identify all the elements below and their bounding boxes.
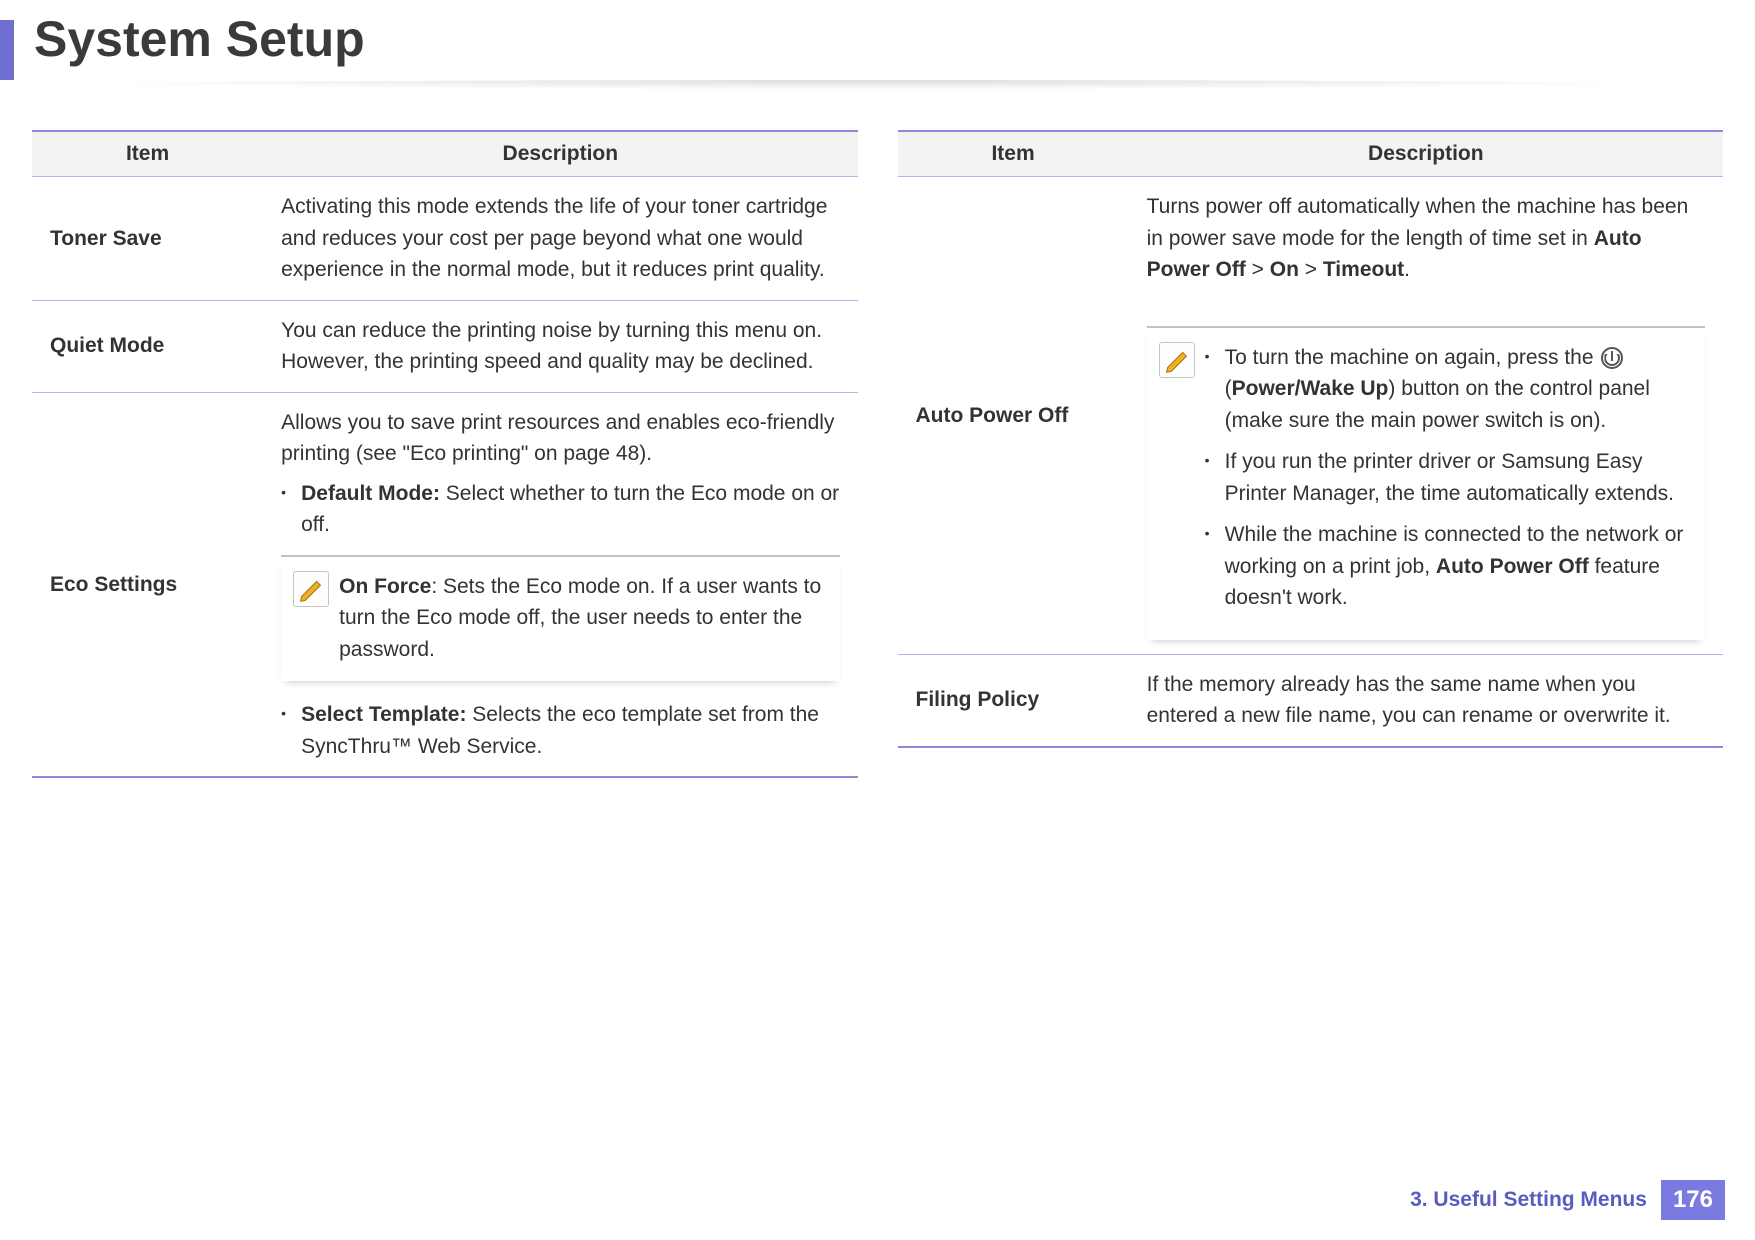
bullet-text: If you run the printer driver or Samsung… — [1225, 446, 1693, 509]
text: ( — [1225, 377, 1232, 400]
text-bold: On — [1270, 258, 1299, 281]
note-content: • To turn the machine on again, press th… — [1205, 342, 1693, 624]
desc-toner-save: Activating this mode extends the life of… — [263, 177, 857, 301]
item-auto-power-off: Auto Power Off — [898, 177, 1129, 655]
page-title: System Setup — [34, 10, 365, 68]
content-columns: Item Description Toner Save Activating t… — [32, 130, 1723, 778]
note-box-eco: On Force: Sets the Eco mode on. If a use… — [281, 555, 839, 682]
left-table: Item Description Toner Save Activating t… — [32, 130, 858, 778]
note-bullet-1: • To turn the machine on again, press th… — [1205, 342, 1693, 437]
table-row: Auto Power Off Turns power off automatic… — [898, 177, 1724, 655]
right-table: Item Description Auto Power Off Turns po… — [898, 130, 1724, 748]
page-footer: 3. Useful Setting Menus 176 — [1410, 1180, 1725, 1220]
desc-filing-policy: If the memory already has the same name … — [1129, 654, 1723, 747]
accent-bar — [0, 20, 14, 80]
item-toner-save: Toner Save — [32, 177, 263, 301]
text-bold: Power/Wake Up — [1232, 377, 1389, 400]
table-row: Toner Save Activating this mode extends … — [32, 177, 858, 301]
text: . — [1404, 258, 1410, 281]
footer-chapter: 3. Useful Setting Menus — [1410, 1188, 1647, 1212]
text: > — [1246, 258, 1270, 281]
item-filing-policy: Filing Policy — [898, 654, 1129, 747]
col-header-description: Description — [1129, 131, 1723, 177]
left-column: Item Description Toner Save Activating t… — [32, 130, 858, 778]
col-header-item: Item — [32, 131, 263, 177]
text-bold: Timeout — [1323, 258, 1404, 281]
bullet-dot-icon: • — [1205, 519, 1225, 614]
table-row: Quiet Mode You can reduce the printing n… — [32, 300, 858, 392]
note-box-apo: • To turn the machine on again, press th… — [1147, 326, 1705, 640]
bullet-dot-icon: • — [281, 478, 301, 541]
note-pencil-icon — [1159, 342, 1195, 378]
note-bullet-2: • If you run the printer driver or Samsu… — [1205, 446, 1693, 509]
table-row: Eco Settings Allows you to save print re… — [32, 392, 858, 777]
bullet-select-template: • Select Template: Selects the eco templ… — [281, 699, 839, 762]
power-icon — [1601, 347, 1623, 369]
title-underline — [20, 80, 1720, 90]
note-bullet-3: • While the machine is connected to the … — [1205, 519, 1693, 614]
desc-auto-power-off: Turns power off automatically when the m… — [1129, 177, 1723, 655]
bullet-dot-icon: • — [1205, 342, 1225, 437]
bullet-default-mode: • Default Mode: Select whether to turn t… — [281, 478, 839, 541]
table-row: Filing Policy If the memory already has … — [898, 654, 1724, 747]
eco-intro: Allows you to save print resources and e… — [281, 411, 834, 466]
bullet-label: Select Template: — [301, 703, 466, 726]
note-pencil-icon — [293, 571, 329, 607]
apo-intro: Turns power off automatically when the m… — [1147, 195, 1689, 281]
note-label: On Force — [339, 575, 431, 598]
desc-quiet-mode: You can reduce the printing noise by tur… — [263, 300, 857, 392]
bullet-text: While the machine is connected to the ne… — [1225, 519, 1693, 614]
bullet-dot-icon: • — [1205, 446, 1225, 509]
bullet-text: Select Template: Selects the eco templat… — [301, 699, 839, 762]
text-bold: Auto Power Off — [1436, 555, 1589, 578]
page-number: 176 — [1661, 1180, 1725, 1220]
text: > — [1299, 258, 1323, 281]
bullet-dot-icon: • — [281, 699, 301, 762]
col-header-item: Item — [898, 131, 1129, 177]
note-content: On Force: Sets the Eco mode on. If a use… — [339, 571, 827, 666]
item-eco-settings: Eco Settings — [32, 392, 263, 777]
bullet-text: To turn the machine on again, press the … — [1225, 342, 1693, 437]
item-quiet-mode: Quiet Mode — [32, 300, 263, 392]
desc-eco-settings: Allows you to save print resources and e… — [263, 392, 857, 777]
bullet-text: Default Mode: Select whether to turn the… — [301, 478, 839, 541]
col-header-description: Description — [263, 131, 857, 177]
text: To turn the machine on again, press the — [1225, 346, 1600, 369]
bullet-label: Default Mode: — [301, 482, 440, 505]
right-column: Item Description Auto Power Off Turns po… — [898, 130, 1724, 778]
